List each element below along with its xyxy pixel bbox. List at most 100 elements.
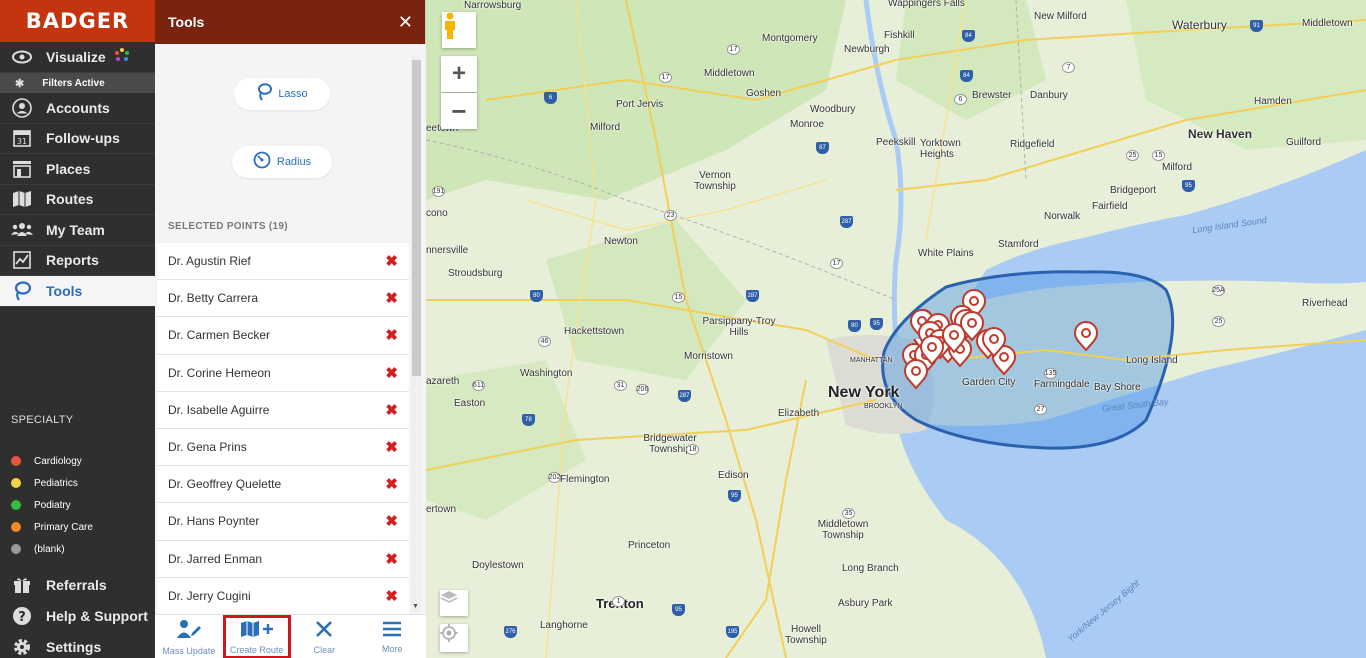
point-name: Dr. Carmen Becker (168, 328, 271, 343)
minus-icon: − (451, 95, 467, 126)
help-icon: ? (11, 606, 33, 626)
map-label: Goshen (746, 88, 782, 99)
map-label: Garden City (962, 377, 1016, 388)
nav-help-support[interactable]: ? Help & Support (0, 600, 155, 631)
route-shield: 287 (746, 290, 759, 302)
nav-places[interactable]: Places (0, 154, 155, 185)
legend-label: Podiatry (34, 499, 71, 511)
map-label: Middletown Township (817, 519, 869, 541)
remove-icon[interactable]: ✖ (385, 401, 398, 419)
map-label: New Haven (1188, 127, 1253, 141)
map-icon (11, 189, 33, 209)
route-shield: 135 (1044, 368, 1057, 379)
remove-icon[interactable]: ✖ (385, 252, 398, 270)
legend-item[interactable]: (blank) (11, 538, 93, 560)
map-layers-button[interactable] (440, 590, 468, 616)
map-label: New York (828, 384, 900, 401)
remove-icon[interactable]: ✖ (385, 438, 398, 456)
remove-icon[interactable]: ✖ (385, 512, 398, 530)
create-route-button[interactable]: Create Route (222, 615, 291, 658)
list-item: Dr. Agustin Rief ✖ (157, 243, 409, 281)
point-name: Dr. Jarred Enman (168, 551, 263, 566)
create-route-icon (240, 620, 274, 642)
route-shield: 202 (548, 472, 561, 483)
map-label: MANHATTAN (850, 357, 893, 364)
map-label: Long Island (1126, 355, 1178, 366)
route-shield: 95 (870, 318, 883, 330)
nav-visualize-label: Visualize (46, 49, 106, 65)
route-shield: 6 (954, 94, 967, 105)
route-shield: 25A (1212, 285, 1225, 296)
brand-logo[interactable]: BADGER (0, 0, 155, 42)
person-icon (11, 97, 33, 118)
remove-icon[interactable]: ✖ (385, 289, 398, 307)
scroll-down-icon[interactable]: ▼ (412, 603, 419, 610)
map-label: Wappingers Falls (888, 0, 965, 9)
nav-follow-ups[interactable]: 31 Follow-ups (0, 124, 155, 154)
more-button[interactable]: More (358, 615, 426, 658)
brand-text: BADGER (25, 9, 130, 33)
route-shield: 276 (504, 626, 517, 638)
street-view-pegman-button[interactable] (442, 12, 476, 48)
nav-accounts[interactable]: Accounts (0, 93, 155, 124)
map-label: Langhorne (540, 620, 588, 631)
list-item: Dr. Carmen Becker ✖ (157, 317, 409, 355)
route-shield: 46 (538, 336, 551, 347)
point-name: Dr. Agustin Rief (168, 254, 251, 269)
nav-tools[interactable]: Tools (0, 276, 155, 307)
specialty-title: SPECIALTY (11, 414, 74, 426)
point-name: Dr. Hans Poynter (168, 514, 260, 529)
route-shield: 84 (960, 70, 973, 82)
nav-reports[interactable]: Reports (0, 246, 155, 276)
route-shield: 80 (848, 320, 861, 332)
mass-update-button[interactable]: Mass Update (155, 615, 223, 658)
nav-visualize[interactable]: Visualize (0, 42, 155, 73)
map-canvas[interactable]: Narrowsburg Wappingers Falls Fishkill Ne… (426, 0, 1366, 658)
menu-icon (382, 621, 402, 641)
map-label: Peekskill (876, 137, 916, 148)
nav-settings[interactable]: Settings (0, 631, 155, 658)
scrollbar-thumb[interactable] (412, 60, 421, 376)
nav-routes[interactable]: Routes (0, 185, 155, 215)
legend-item[interactable]: Primary Care (11, 516, 93, 538)
legend-item[interactable]: Podiatry (11, 494, 93, 516)
route-shield: 206 (636, 384, 649, 395)
lasso-button[interactable]: Lasso (234, 78, 330, 110)
legend-item[interactable]: Pediatrics (11, 472, 93, 494)
nav-referrals[interactable]: Referrals (0, 569, 155, 600)
legend-label: Cardiology (34, 455, 82, 467)
route-shield: 6 (544, 92, 557, 104)
legend-item[interactable]: Cardiology (11, 450, 93, 472)
route-shield: 287 (678, 390, 691, 402)
remove-icon[interactable]: ✖ (385, 587, 398, 605)
tools-panel-header: Tools ✕ (155, 0, 425, 44)
route-shield: 35 (842, 508, 855, 519)
map-label: Easton (454, 398, 486, 409)
nav-settings-label: Settings (46, 638, 102, 655)
point-name: Dr. Betty Carrera (168, 291, 259, 306)
my-location-button[interactable] (440, 624, 468, 652)
eye-icon (11, 47, 33, 67)
map-label: Narrowsburg (464, 0, 522, 11)
close-icon[interactable]: ✕ (398, 12, 413, 33)
clear-button[interactable]: Clear (291, 615, 359, 658)
map-label: White Plains (918, 248, 974, 259)
remove-icon[interactable]: ✖ (385, 364, 398, 382)
panel-scrollbar[interactable]: ▼ (411, 56, 421, 612)
zoom-out-button[interactable]: − (441, 93, 477, 129)
route-shield: 15 (1152, 150, 1165, 161)
route-shield: 191 (432, 186, 445, 197)
zoom-in-button[interactable]: + (441, 56, 477, 92)
point-name: Dr. Isabelle Aguirre (168, 402, 270, 417)
radius-button[interactable]: Radius (232, 146, 332, 178)
specialty-legend: Cardiology Pediatrics Podiatry Primary C… (11, 450, 93, 560)
point-name: Dr. Geoffrey Quelette (168, 477, 282, 492)
filters-active-indicator[interactable]: ✱ Filters Active (0, 73, 155, 93)
route-shield: 17 (830, 258, 843, 269)
map-label: Fishkill (884, 30, 915, 41)
nav-my-team[interactable]: My Team (0, 215, 155, 246)
remove-icon[interactable]: ✖ (385, 550, 398, 568)
remove-icon[interactable]: ✖ (385, 475, 398, 493)
remove-icon[interactable]: ✖ (385, 326, 398, 344)
clear-icon (315, 620, 333, 642)
